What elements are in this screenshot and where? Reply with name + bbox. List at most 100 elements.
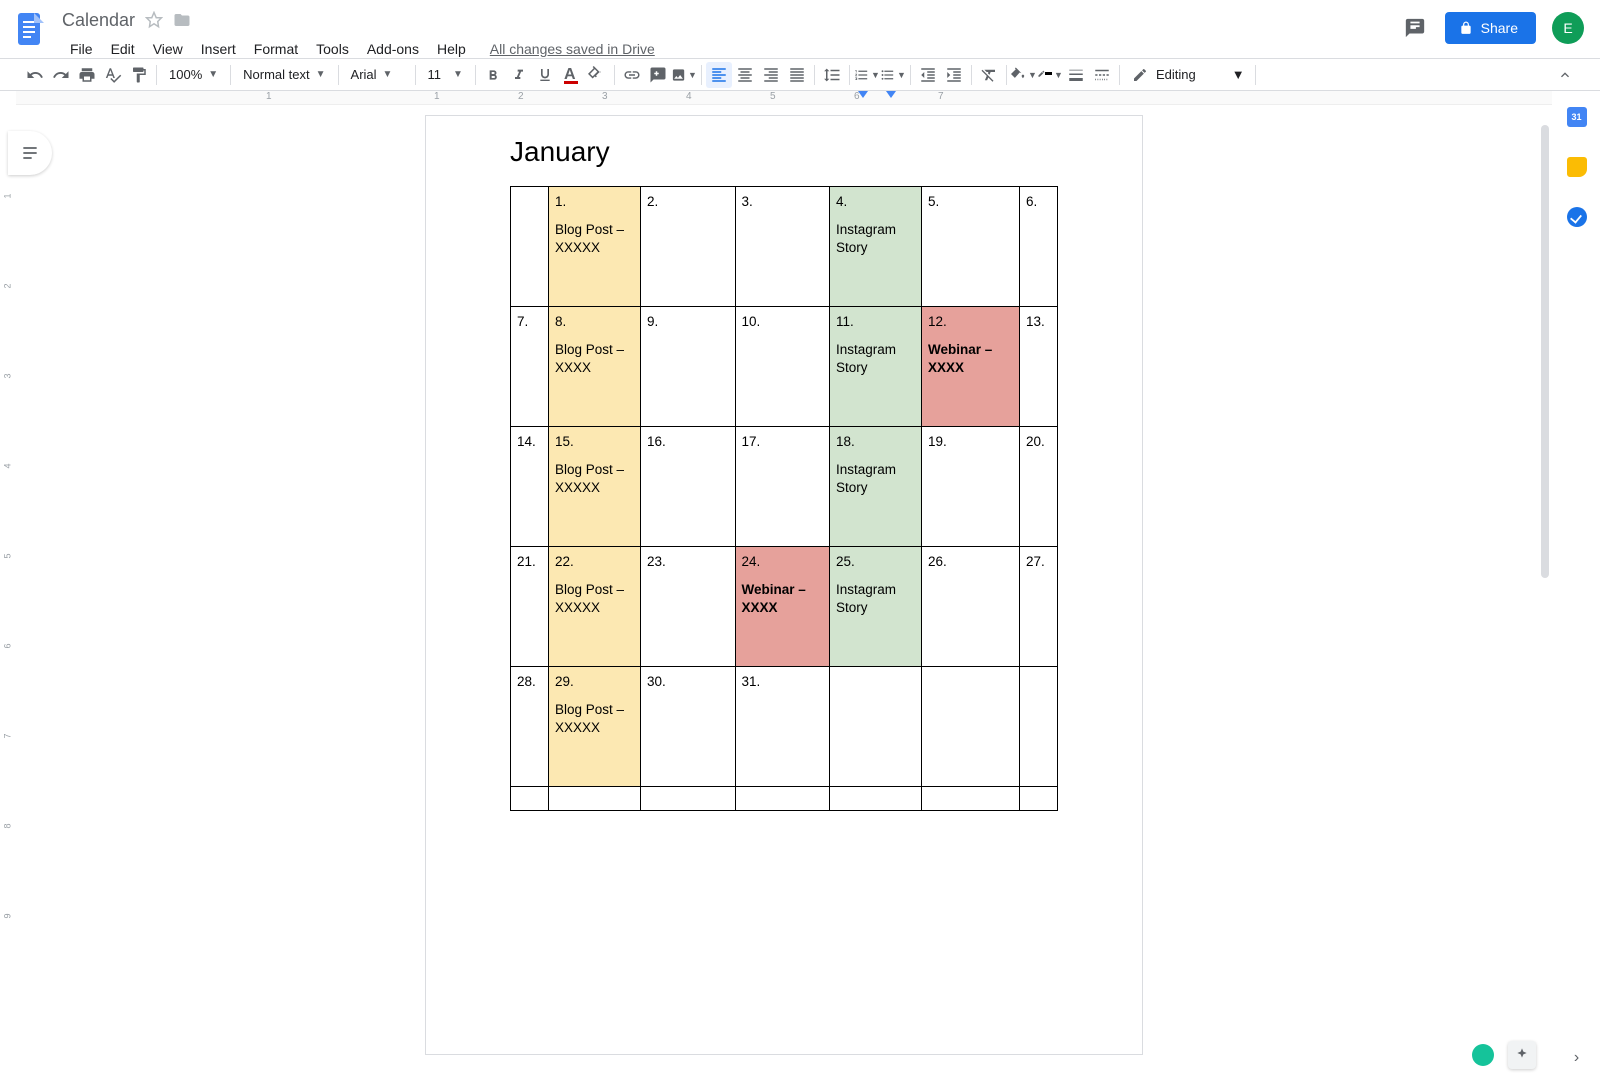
print-icon[interactable] — [74, 62, 100, 88]
increase-indent-icon[interactable] — [941, 62, 967, 88]
menu-help[interactable]: Help — [429, 37, 474, 61]
comments-icon[interactable] — [1401, 14, 1429, 42]
calendar-cell[interactable]: 22.Blog Post – XXXXX — [549, 547, 641, 667]
calendar-cell[interactable] — [511, 187, 549, 307]
paint-format-icon[interactable] — [126, 62, 152, 88]
grammarly-icon[interactable] — [1472, 1044, 1494, 1066]
calendar-cell[interactable]: 21. — [511, 547, 549, 667]
undo-icon[interactable] — [22, 62, 48, 88]
menu-addons[interactable]: Add-ons — [359, 37, 427, 61]
menu-format[interactable]: Format — [246, 37, 306, 61]
calendar-cell[interactable] — [830, 787, 922, 811]
line-spacing-icon[interactable] — [819, 62, 845, 88]
calendar-cell[interactable]: 9. — [641, 307, 736, 427]
scrollbar-thumb[interactable] — [1541, 125, 1549, 578]
right-indent-marker[interactable] — [858, 91, 868, 98]
decrease-indent-icon[interactable] — [915, 62, 941, 88]
calendar-cell[interactable]: 18.Instagram Story — [830, 427, 922, 547]
save-status[interactable]: All changes saved in Drive — [490, 41, 655, 57]
border-color-icon[interactable]: ▼ — [1037, 62, 1063, 88]
star-icon[interactable] — [145, 11, 163, 29]
menu-view[interactable]: View — [145, 37, 191, 61]
calendar-cell[interactable] — [1020, 667, 1058, 787]
calendar-cell[interactable] — [641, 787, 736, 811]
page[interactable]: January 1.Blog Post – XXXXX2.3.4.Instagr… — [425, 115, 1143, 1055]
account-avatar[interactable]: E — [1552, 12, 1584, 44]
calendar-cell[interactable]: 20. — [1020, 427, 1058, 547]
calendar-cell[interactable]: 17. — [735, 427, 830, 547]
underline-icon[interactable] — [532, 62, 558, 88]
calendar-cell[interactable]: 23. — [641, 547, 736, 667]
calendar-cell[interactable]: 5. — [922, 187, 1020, 307]
calendar-table[interactable]: 1.Blog Post – XXXXX2.3.4.Instagram Story… — [510, 186, 1058, 811]
italic-icon[interactable] — [506, 62, 532, 88]
calendar-cell[interactable] — [1020, 787, 1058, 811]
calendar-cell[interactable]: 25.Instagram Story — [830, 547, 922, 667]
docs-logo-icon[interactable] — [14, 11, 50, 47]
calendar-cell[interactable]: 12.Webinar – XXXX — [922, 307, 1020, 427]
sidepanel-keep-icon[interactable] — [1567, 157, 1587, 177]
zoom-dropdown[interactable]: 100%▼ — [161, 62, 226, 88]
insert-image-icon[interactable]: ▼ — [671, 62, 697, 88]
calendar-cell[interactable]: 1.Blog Post – XXXXX — [549, 187, 641, 307]
calendar-cell[interactable] — [830, 667, 922, 787]
right-margin-marker[interactable] — [886, 91, 896, 98]
horizontal-ruler[interactable]: 1 1 2 3 4 5 6 7 — [16, 91, 1552, 105]
paragraph-style-dropdown[interactable]: Normal text▼ — [235, 62, 333, 88]
font-size-dropdown[interactable]: 11▼ — [420, 62, 471, 88]
calendar-cell[interactable]: 28. — [511, 667, 549, 787]
share-button[interactable]: Share — [1445, 12, 1536, 44]
sidepanel-collapse-icon[interactable]: › — [1574, 1049, 1579, 1067]
calendar-cell[interactable]: 4.Instagram Story — [830, 187, 922, 307]
calendar-cell[interactable] — [549, 787, 641, 811]
calendar-cell[interactable]: 11.Instagram Story — [830, 307, 922, 427]
collapse-toolbar-icon[interactable] — [1552, 62, 1578, 88]
calendar-cell[interactable]: 14. — [511, 427, 549, 547]
border-width-icon[interactable] — [1063, 62, 1089, 88]
menu-tools[interactable]: Tools — [308, 37, 357, 61]
vertical-scrollbar[interactable] — [1540, 125, 1550, 1031]
calendar-cell[interactable]: 15.Blog Post – XXXXX — [549, 427, 641, 547]
calendar-cell[interactable]: 24.Webinar – XXXX — [735, 547, 830, 667]
menu-edit[interactable]: Edit — [103, 37, 143, 61]
numbered-list-icon[interactable]: ▼ — [854, 62, 880, 88]
calendar-cell[interactable] — [922, 667, 1020, 787]
highlight-color-icon[interactable] — [584, 62, 610, 88]
clear-formatting-icon[interactable] — [976, 62, 1002, 88]
calendar-cell[interactable]: 7. — [511, 307, 549, 427]
menu-file[interactable]: File — [62, 37, 101, 61]
explore-button[interactable] — [1508, 1041, 1536, 1069]
calendar-cell[interactable]: 31. — [735, 667, 830, 787]
calendar-cell[interactable]: 10. — [735, 307, 830, 427]
calendar-cell[interactable]: 3. — [735, 187, 830, 307]
move-folder-icon[interactable] — [173, 11, 191, 29]
document-outline-toggle[interactable] — [8, 131, 52, 175]
text-color-icon[interactable]: A — [558, 62, 584, 88]
align-center-icon[interactable] — [732, 62, 758, 88]
document-canvas[interactable]: January 1.Blog Post – XXXXX2.3.4.Instagr… — [16, 105, 1552, 1081]
insert-link-icon[interactable] — [619, 62, 645, 88]
calendar-cell[interactable]: 8.Blog Post – XXXX — [549, 307, 641, 427]
sidepanel-calendar-icon[interactable] — [1567, 107, 1587, 127]
page-heading[interactable]: January — [510, 136, 1058, 168]
bold-icon[interactable] — [480, 62, 506, 88]
bulleted-list-icon[interactable]: ▼ — [880, 62, 906, 88]
calendar-cell[interactable]: 16. — [641, 427, 736, 547]
sidepanel-tasks-icon[interactable] — [1567, 207, 1587, 227]
spellcheck-icon[interactable] — [100, 62, 126, 88]
editing-mode-dropdown[interactable]: Editing ▼ — [1124, 67, 1251, 83]
calendar-cell[interactable] — [922, 787, 1020, 811]
calendar-cell[interactable] — [511, 787, 549, 811]
font-dropdown[interactable]: Arial▼ — [343, 62, 411, 88]
document-title[interactable]: Calendar — [62, 10, 135, 31]
calendar-cell[interactable]: 19. — [922, 427, 1020, 547]
calendar-cell[interactable] — [735, 787, 830, 811]
calendar-cell[interactable]: 29.Blog Post – XXXXX — [549, 667, 641, 787]
align-right-icon[interactable] — [758, 62, 784, 88]
border-style-icon[interactable] — [1089, 62, 1115, 88]
align-left-icon[interactable] — [706, 62, 732, 88]
calendar-cell[interactable]: 30. — [641, 667, 736, 787]
calendar-cell[interactable]: 6. — [1020, 187, 1058, 307]
redo-icon[interactable] — [48, 62, 74, 88]
add-comment-icon[interactable] — [645, 62, 671, 88]
